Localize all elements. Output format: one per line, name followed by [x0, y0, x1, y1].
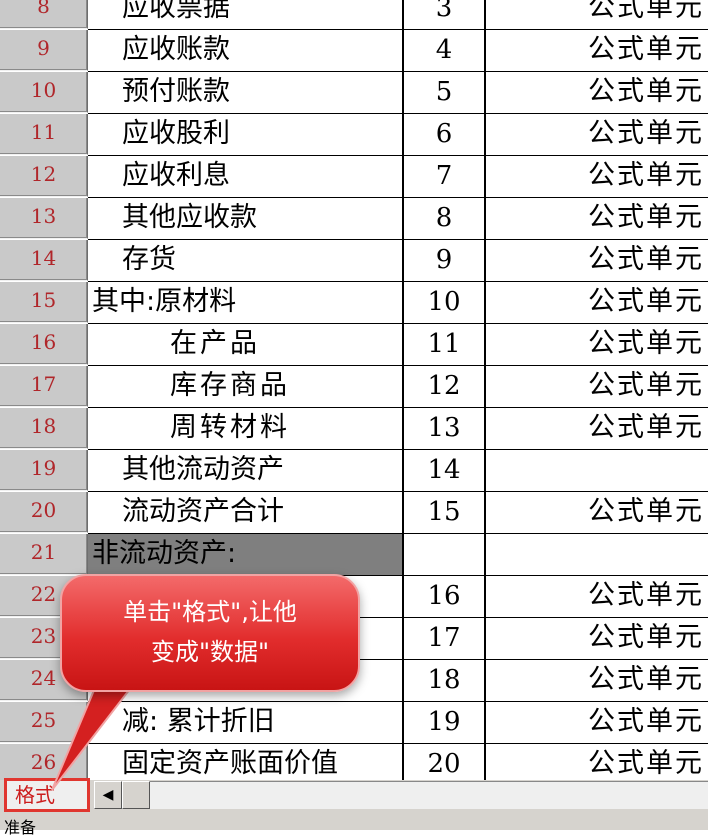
- row-header[interactable]: 10: [0, 72, 88, 113]
- line-number-cell[interactable]: 9: [404, 240, 486, 282]
- table-row: 12 应收利息 7 公式单元: [0, 156, 708, 198]
- formula-cell[interactable]: 公式单元: [486, 618, 708, 660]
- table-row: 19 其他流动资产 14: [0, 450, 708, 492]
- line-number-cell[interactable]: 19: [404, 702, 486, 744]
- line-number-cell[interactable]: 11: [404, 324, 486, 366]
- formula-cell[interactable]: 公式单元: [486, 744, 708, 780]
- row-header[interactable]: 25: [0, 702, 88, 743]
- formula-cell[interactable]: 公式单元: [486, 408, 708, 450]
- line-number-cell[interactable]: 7: [404, 156, 486, 198]
- row-header[interactable]: 13: [0, 198, 88, 239]
- item-name-cell[interactable]: 其他应收款: [88, 198, 404, 240]
- row-header[interactable]: 18: [0, 408, 88, 449]
- line-number-cell[interactable]: 18: [404, 660, 486, 702]
- item-name-cell[interactable]: 应收票据: [88, 0, 404, 30]
- line-number-cell[interactable]: 12: [404, 366, 486, 408]
- callout-line-1: 单击"格式",让他: [123, 598, 297, 626]
- item-name-cell[interactable]: 库存商品: [88, 366, 404, 408]
- item-name-cell[interactable]: 其中:原材料: [88, 282, 404, 324]
- table-row: 26 固定资产账面价值 20 公式单元: [0, 744, 708, 780]
- row-header[interactable]: 21: [0, 534, 88, 575]
- row-header[interactable]: 16: [0, 324, 88, 365]
- table-row: 21 非流动资产:: [0, 534, 708, 576]
- line-number-cell[interactable]: 14: [404, 450, 486, 492]
- line-number-cell[interactable]: 4: [404, 30, 486, 72]
- formula-cell[interactable]: 公式单元: [486, 72, 708, 114]
- item-name-cell[interactable]: 减: 累计折旧: [88, 702, 404, 744]
- formula-cell[interactable]: 公式单元: [486, 576, 708, 618]
- table-row: 11 应收股利 6 公式单元: [0, 114, 708, 156]
- formula-cell[interactable]: 公式单元: [486, 366, 708, 408]
- formula-cell[interactable]: [486, 534, 708, 576]
- line-number-cell[interactable]: [404, 534, 486, 576]
- formula-cell[interactable]: 公式单元: [486, 30, 708, 72]
- line-number-cell[interactable]: 6: [404, 114, 486, 156]
- table-row: 18 周转材料 13 公式单元: [0, 408, 708, 450]
- scroll-left-button[interactable]: ◀: [94, 781, 122, 809]
- line-number-cell[interactable]: 20: [404, 744, 486, 780]
- line-number-cell[interactable]: 13: [404, 408, 486, 450]
- table-row: 9 应收账款 4 公式单元: [0, 30, 708, 72]
- table-row: 10 预付账款 5 公式单元: [0, 72, 708, 114]
- formula-cell[interactable]: 公式单元: [486, 492, 708, 534]
- scroll-right-button[interactable]: [122, 781, 150, 809]
- instruction-callout: 单击"格式",让他 变成"数据": [60, 574, 360, 692]
- line-number-cell[interactable]: 8: [404, 198, 486, 240]
- formula-cell[interactable]: 公式单元: [486, 702, 708, 744]
- format-mode-toggle[interactable]: 格式: [4, 778, 90, 812]
- item-name-cell[interactable]: 在产品: [88, 324, 404, 366]
- formula-cell[interactable]: 公式单元: [486, 0, 708, 30]
- formula-cell[interactable]: 公式单元: [486, 240, 708, 282]
- scroll-left-icon: ◀: [102, 787, 114, 803]
- row-header[interactable]: 26: [0, 744, 88, 780]
- line-number-cell[interactable]: 16: [404, 576, 486, 618]
- formula-cell[interactable]: 公式单元: [486, 324, 708, 366]
- item-name-cell[interactable]: 其他流动资产: [88, 450, 404, 492]
- item-name-cell[interactable]: 应收账款: [88, 30, 404, 72]
- line-number-cell[interactable]: 5: [404, 72, 486, 114]
- formula-cell[interactable]: 公式单元: [486, 156, 708, 198]
- line-number-cell[interactable]: 17: [404, 618, 486, 660]
- row-header[interactable]: 8: [0, 0, 88, 29]
- callout-line-2: 变成"数据": [150, 638, 270, 666]
- line-number-cell[interactable]: 3: [404, 0, 486, 30]
- row-header[interactable]: 14: [0, 240, 88, 281]
- table-row: 25 减: 累计折旧 19 公式单元: [0, 702, 708, 744]
- table-row: 8 应收票据 3 公式单元: [0, 0, 708, 30]
- row-header[interactable]: 11: [0, 114, 88, 155]
- line-number-cell[interactable]: 15: [404, 492, 486, 534]
- item-name-cell[interactable]: 非流动资产:: [88, 534, 404, 576]
- row-header[interactable]: 19: [0, 450, 88, 491]
- item-name-cell[interactable]: 周转材料: [88, 408, 404, 450]
- row-header[interactable]: 20: [0, 492, 88, 533]
- table-row: 14 存货 9 公式单元: [0, 240, 708, 282]
- item-name-cell[interactable]: 固定资产账面价值: [88, 744, 404, 780]
- formula-cell[interactable]: 公式单元: [486, 114, 708, 156]
- table-row: 16 在产品 11 公式单元: [0, 324, 708, 366]
- line-number-cell[interactable]: 10: [404, 282, 486, 324]
- formula-cell[interactable]: [486, 450, 708, 492]
- status-bar-text: 准备: [4, 818, 37, 837]
- item-name-cell[interactable]: 预付账款: [88, 72, 404, 114]
- row-header[interactable]: 17: [0, 366, 88, 407]
- table-row: 20 流动资产合计 15 公式单元: [0, 492, 708, 534]
- item-name-cell[interactable]: 存货: [88, 240, 404, 282]
- formula-cell[interactable]: 公式单元: [486, 282, 708, 324]
- horizontal-scrollbar[interactable]: [150, 781, 708, 809]
- formula-cell[interactable]: 公式单元: [486, 198, 708, 240]
- row-header[interactable]: 15: [0, 282, 88, 323]
- row-header[interactable]: 12: [0, 156, 88, 197]
- item-name-cell[interactable]: 应收利息: [88, 156, 404, 198]
- formula-cell[interactable]: 公式单元: [486, 660, 708, 702]
- row-header[interactable]: 9: [0, 30, 88, 71]
- item-name-cell[interactable]: 流动资产合计: [88, 492, 404, 534]
- item-name-cell[interactable]: 应收股利: [88, 114, 404, 156]
- table-row: 17 库存商品 12 公式单元: [0, 366, 708, 408]
- table-row: 13 其他应收款 8 公式单元: [0, 198, 708, 240]
- table-row: 15 其中:原材料 10 公式单元: [0, 282, 708, 324]
